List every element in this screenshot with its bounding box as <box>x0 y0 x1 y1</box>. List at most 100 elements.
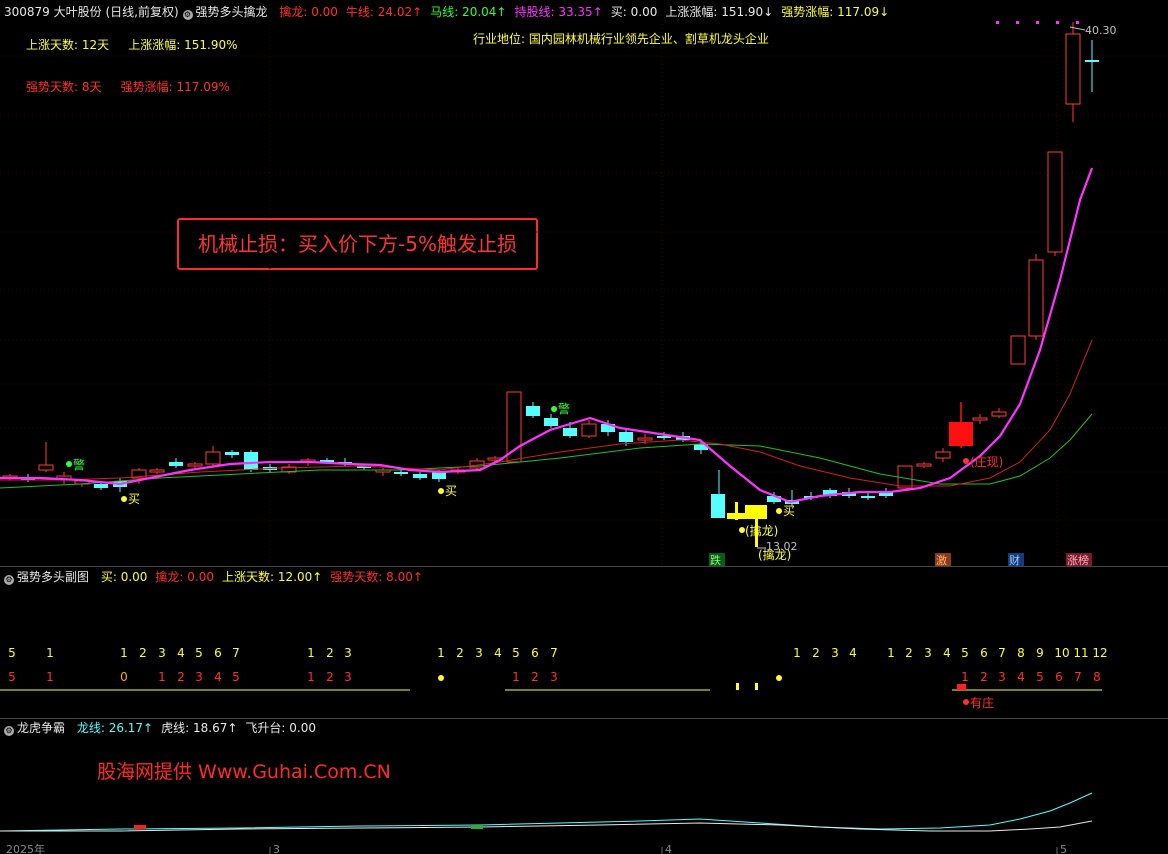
strong-day-count: 3 <box>195 670 203 684</box>
up-day-count: 2 <box>139 646 147 660</box>
price-grid <box>0 20 1168 566</box>
up-day-count: 4 <box>177 646 185 660</box>
strong-day-count: 8 <box>1093 670 1101 684</box>
x-axis-month-4: 4 <box>665 843 672 854</box>
candle <box>281 464 297 474</box>
strong-day-count: 0 <box>120 670 128 684</box>
strong-day-count: 3 <box>998 670 1006 684</box>
bottom-panel-chart[interactable]: 2025年 3 4 5 <box>0 719 1168 854</box>
up-day-count: 2 <box>812 646 820 660</box>
up-day-count: 7 <box>232 646 240 660</box>
strong-day-count: 1 <box>307 670 315 684</box>
hold-line <box>0 167 1094 504</box>
up-day-count: 3 <box>831 646 839 660</box>
strong-day-count: 6 <box>1055 670 1063 684</box>
up-day-count: 8 <box>1017 646 1025 660</box>
strong-day-count: 2 <box>531 670 539 684</box>
candle <box>1085 40 1099 92</box>
tiger-line <box>0 820 1093 832</box>
up-day-count: 3 <box>924 646 932 660</box>
up-day-count: 5 <box>512 646 520 660</box>
candle <box>375 468 391 476</box>
zhuangxian-marker: (庄现) <box>970 454 1003 469</box>
strong-day-count: 1 <box>512 670 520 684</box>
warn-marker-2: 警 <box>558 401 570 416</box>
up-day-count: 2 <box>326 646 334 660</box>
warn-marker-1: 警 <box>73 457 85 472</box>
up-day-count: 11 <box>1073 646 1088 660</box>
up-day-count: 3 <box>475 646 483 660</box>
sub-panel-chart[interactable]: 5 1 1 2 3 4 5 6 7 1 2 3 1 2 3 4 5 6 7 1 2 3 4 1 2 3 4 5 6 7 8 9 10 11 12 5… <box>0 567 1168 717</box>
buy-marker-3: 买 <box>783 504 795 518</box>
x-axis-month-5: 5 <box>1060 843 1067 854</box>
up-day-count: 5 <box>195 646 203 660</box>
low-price-label: 13.02 <box>766 540 798 553</box>
up-day-count: 5 <box>961 646 969 660</box>
up-day-count: 2 <box>905 646 913 660</box>
buy-marker-1: 买 <box>128 492 140 506</box>
strong-day-count: 5 <box>1036 670 1044 684</box>
up-day-count: 1 <box>793 646 801 660</box>
youzhuang-marker: 有庄 <box>970 695 994 710</box>
strong-day-count: 3 <box>344 670 352 684</box>
candle <box>711 470 725 518</box>
x-axis-month-3: 3 <box>273 843 280 854</box>
candle <box>413 472 427 480</box>
candle <box>1028 254 1044 340</box>
top-dots <box>996 21 1079 24</box>
up-day-count: 9 <box>1036 646 1044 660</box>
candle <box>225 450 239 458</box>
candles <box>2 22 1099 518</box>
up-day-count: 10 <box>1054 646 1069 660</box>
strong-day-count: 7 <box>1074 670 1082 684</box>
candlestick-chart[interactable]: 警 警 买 买 买 (擒龙) (擒龙) 13.02 40.30 (庄现) 跌 激… <box>0 0 1168 566</box>
up-days-sequence: 5 1 1 2 3 4 5 6 7 1 2 3 1 2 3 4 5 6 7 1 2 3 4 1 2 3 4 5 6 7 8 9 10 11 12 <box>8 646 1107 660</box>
strong-day-count: 1 <box>46 670 54 684</box>
strong-day-count: 4 <box>214 670 222 684</box>
candle <box>187 462 203 468</box>
qinlong-marker: (擒龙) <box>745 523 778 538</box>
candle <box>991 408 1007 418</box>
up-day-count: 4 <box>849 646 857 660</box>
candle <box>205 446 221 466</box>
up-day-count: 2 <box>456 646 464 660</box>
strong-day-count: 1 <box>158 670 166 684</box>
up-day-count: 1 <box>887 646 895 660</box>
candle <box>861 492 875 500</box>
candle <box>544 414 558 428</box>
candle <box>169 458 183 468</box>
candle <box>244 450 258 472</box>
cai-tag: 财 <box>1009 553 1020 566</box>
strong-day-count: 2 <box>980 670 988 684</box>
high-price-label: 40.30 <box>1085 24 1117 37</box>
up-day-count: 4 <box>943 646 951 660</box>
up-day-count: 6 <box>214 646 222 660</box>
strong-day-count: 1 <box>961 670 969 684</box>
up-day-count: 5 <box>8 646 16 660</box>
zhangbang-tag: 涨榜 <box>1067 553 1089 566</box>
x-axis-year: 2025年 <box>6 842 45 854</box>
strong-day-count: 3 <box>550 670 558 684</box>
candle <box>394 470 408 476</box>
up-day-count: 1 <box>120 646 128 660</box>
candle <box>1065 22 1081 122</box>
up-day-count: 7 <box>550 646 558 660</box>
up-day-count: 6 <box>531 646 539 660</box>
candle <box>526 402 540 418</box>
candle <box>38 442 54 472</box>
ji-tag: 激 <box>936 553 947 566</box>
candle <box>916 462 932 468</box>
strong-day-count: 2 <box>326 670 334 684</box>
up-day-count: 6 <box>980 646 988 660</box>
up-day-count: 3 <box>344 646 352 660</box>
up-day-count: 4 <box>494 646 502 660</box>
candle <box>935 448 951 462</box>
up-day-count: 1 <box>46 646 54 660</box>
strong-day-count: 5 <box>232 670 240 684</box>
candle <box>949 402 973 448</box>
up-day-count: 1 <box>437 646 445 660</box>
buy-marker-2: 买 <box>445 484 457 498</box>
die-tag: 跌 <box>710 553 721 566</box>
up-day-count: 3 <box>158 646 166 660</box>
candle <box>1047 151 1063 256</box>
